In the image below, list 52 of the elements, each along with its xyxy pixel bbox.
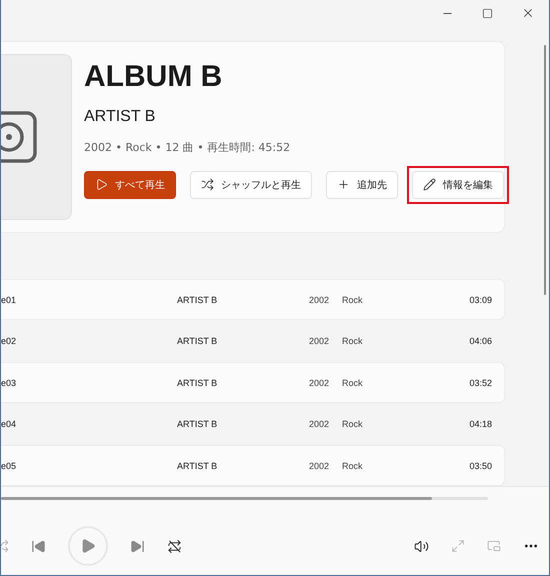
repeat-off-icon[interactable] — [167, 538, 182, 554]
track-row[interactable]: e02 ARTIST B 2002 Rock 04:06 — [1, 320, 505, 362]
track-genre: Rock — [342, 336, 364, 346]
next-icon[interactable] — [130, 538, 145, 554]
artist-name: ARTIST B — [84, 108, 156, 126]
track-row[interactable]: e01 ARTIST B 2002 Rock 03:09 — [1, 278, 505, 320]
plus-icon — [337, 178, 350, 192]
track-title: e04 — [1, 419, 18, 430]
seek-bar[interactable] — [1, 497, 488, 500]
play-button[interactable]: すべて再生 — [84, 170, 176, 199]
shuffle-icon — [201, 178, 214, 192]
track-row[interactable]: e03 ARTIST B 2002 Rock 03:52 — [1, 362, 505, 404]
track-artist: ARTIST B — [177, 336, 218, 346]
play-button[interactable] — [68, 526, 108, 566]
mini-player-icon[interactable] — [487, 539, 501, 554]
edit-button[interactable]: 情報を編集 — [412, 170, 504, 199]
album-title: ALBUM B — [84, 60, 224, 94]
track-year: 2002 — [309, 336, 330, 346]
track-year: 2002 — [309, 419, 330, 430]
shuffle-button[interactable]: シャッフルと再生 — [190, 170, 312, 199]
track-artist: ARTIST B — [177, 419, 218, 430]
play-icon — [80, 538, 96, 554]
track-title: e03 — [1, 378, 18, 388]
track-duration: 03:52 — [468, 378, 493, 388]
track-duration: 03:50 — [468, 460, 493, 471]
track-duration: 03:09 — [468, 294, 493, 305]
track-title: e05 — [1, 460, 18, 471]
track-title: e02 — [1, 336, 18, 346]
pencil-icon — [423, 178, 436, 192]
fullscreen-icon[interactable] — [451, 539, 465, 554]
track-year: 2002 — [309, 378, 330, 388]
track-row[interactable]: e04 ARTIST B 2002 Rock 04:18 — [1, 403, 505, 445]
track-genre: Rock — [342, 378, 364, 388]
previous-icon[interactable] — [31, 538, 46, 554]
maximize-button[interactable] — [482, 8, 493, 19]
track-year: 2002 — [309, 294, 330, 305]
track-artist: ARTIST B — [177, 294, 218, 305]
track-artist: ARTIST B — [177, 378, 218, 388]
track-row[interactable]: e05 ARTIST B 2002 Rock 03:50 — [1, 444, 505, 486]
track-genre: Rock — [342, 419, 364, 430]
album-details: 2002 • Rock • 12 曲 • 再生時間: 45:52 — [84, 140, 292, 155]
add-button[interactable]: 追加先 — [326, 170, 398, 199]
track-artist: ARTIST B — [177, 460, 218, 471]
track-genre: Rock — [342, 460, 364, 471]
track-duration: 04:18 — [468, 419, 493, 430]
track-year: 2002 — [309, 460, 330, 471]
volume-icon[interactable] — [414, 538, 429, 554]
play-icon — [95, 178, 108, 192]
track-title: e01 — [1, 294, 18, 305]
track-duration: 04:06 — [468, 336, 493, 346]
scrollbar[interactable] — [544, 45, 546, 295]
track-genre: Rock — [342, 294, 364, 305]
